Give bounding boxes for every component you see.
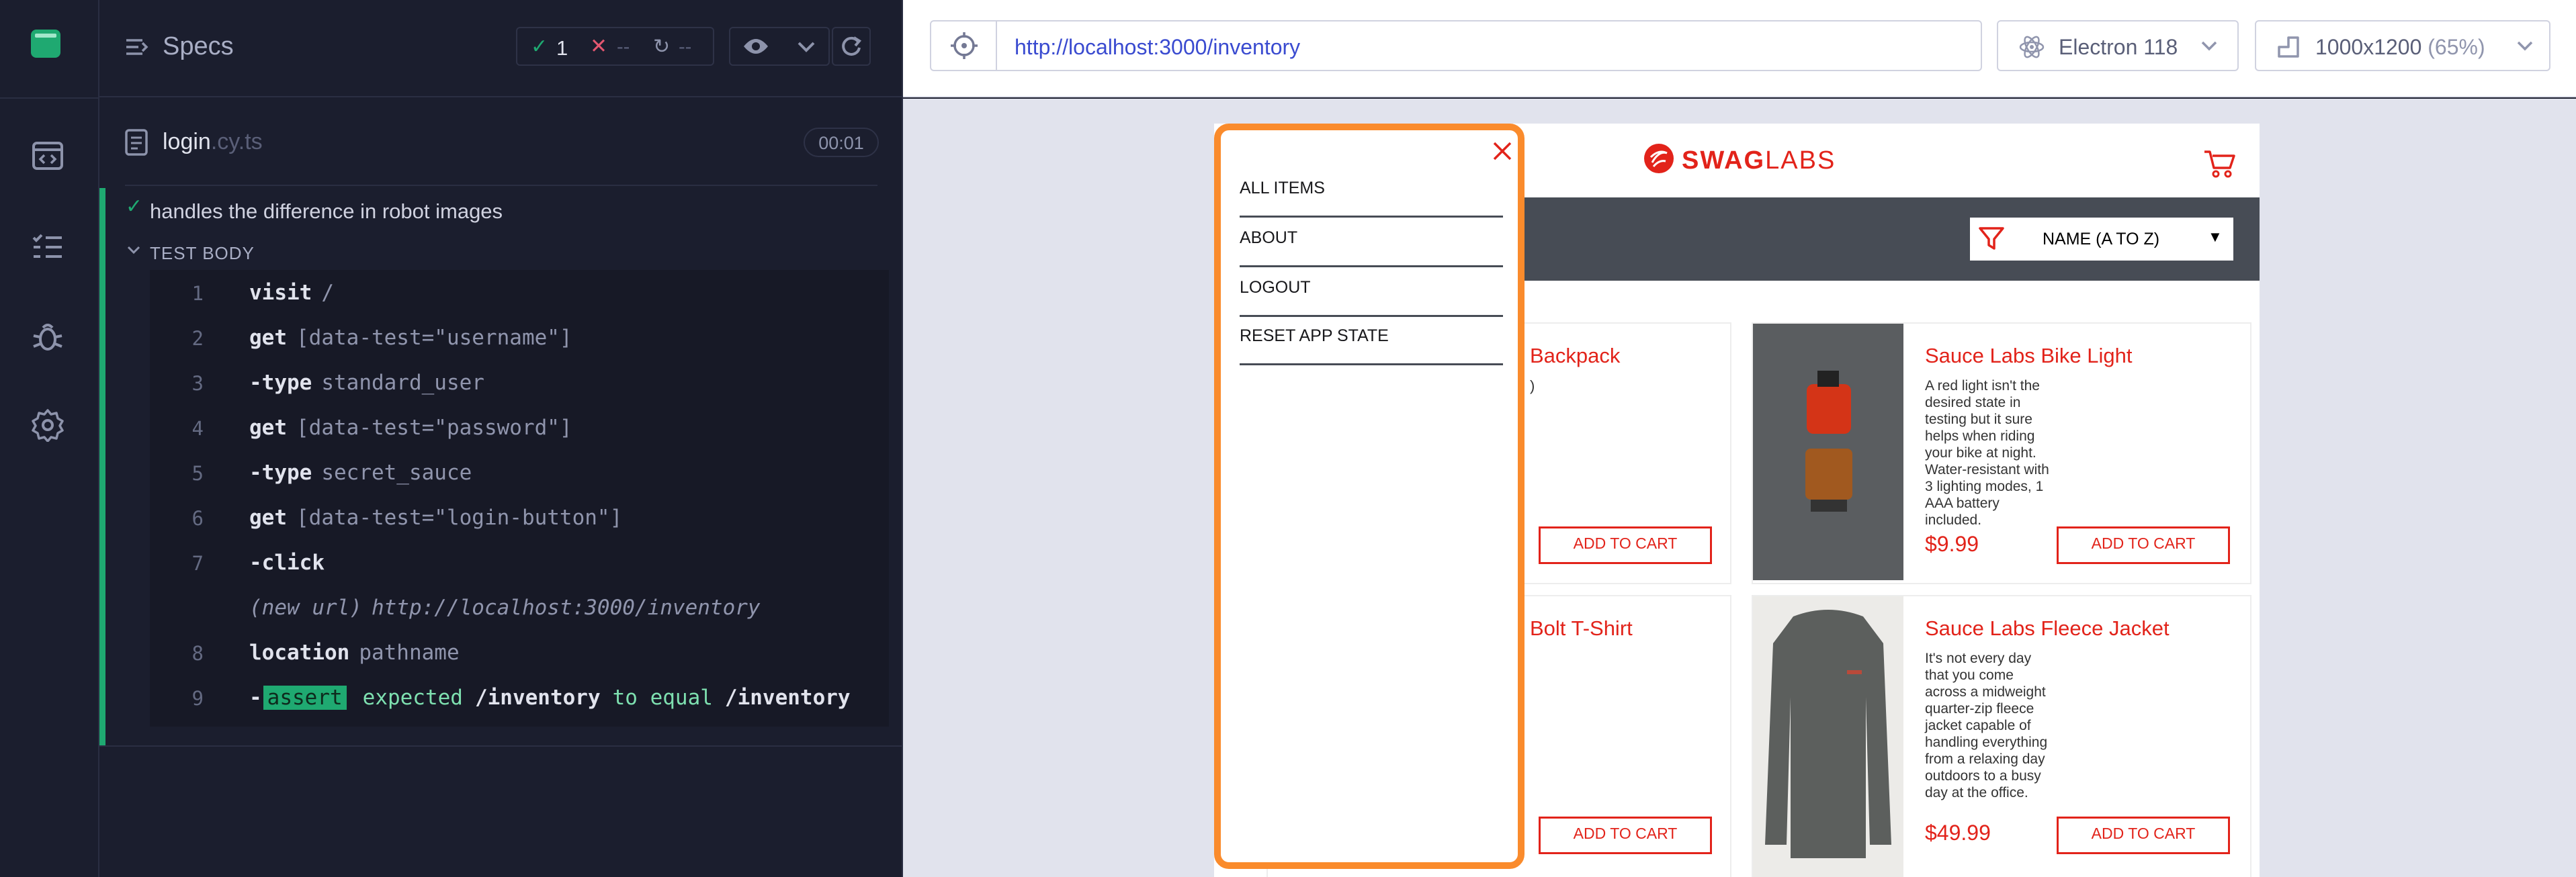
menu-link-about[interactable]: ABOUT (1240, 228, 1503, 267)
aut-canvas: SWAGLABS NAME (A TO Z) ▼ Backpack ) ADD … (903, 99, 2576, 877)
selector-playground-crosshair-icon[interactable] (931, 21, 997, 70)
add-to-cart-button[interactable]: ADD TO CART (2057, 817, 2230, 854)
viewport-size: 1000x1200 (65%) (2315, 35, 2485, 59)
url-bar: http://localhost:3000/inventory (930, 20, 1982, 71)
product-image (1753, 596, 1903, 877)
pending-count: -- (679, 36, 692, 58)
cypress-logo-icon[interactable] (30, 27, 63, 60)
test-title[interactable]: handles the difference in robot images (150, 199, 503, 224)
test-block: ✓ handles the difference in robot images… (99, 188, 903, 745)
reporter-panel: Specs ✓ 1 ✕ -- ↻ -- login.cy.ts 00:01 ✓ … (99, 0, 903, 877)
spec-duration-badge: 00:01 (804, 128, 879, 157)
add-to-cart-button[interactable]: ADD TO CART (2057, 526, 2230, 564)
test-divider (99, 745, 903, 747)
command-row[interactable]: 8 location pathname (150, 630, 929, 675)
electron-icon (2018, 34, 2045, 60)
add-to-cart-button[interactable]: ADD TO CART (1539, 817, 1712, 854)
test-body-heading[interactable]: TEST BODY (150, 243, 255, 264)
command-log: 1 visit/ 2 get [data-test="username"] 3 -typ… (150, 270, 889, 727)
chevron-down-icon (2516, 39, 2534, 52)
shopping-cart-icon[interactable] (2203, 149, 2235, 179)
ruler-icon (2276, 35, 2301, 59)
settings-gear-icon[interactable] (31, 408, 65, 442)
command-row[interactable]: 2 get [data-test="username"] (150, 315, 929, 360)
swag-labs-logo-text: SWAGLABS (1682, 146, 1836, 175)
spec-file-row: login.cy.ts 00:01 (125, 120, 879, 167)
pending-icon: ↻ (653, 36, 671, 58)
product-name[interactable]: Sauce Labs Fleece Jacket (1925, 616, 2170, 641)
command-row[interactable]: 6 get [data-test="login-button"] (150, 495, 929, 540)
product-name[interactable]: Backpack (1530, 344, 1620, 368)
test-pass-check-icon: ✓ (126, 195, 143, 218)
product-card: Sauce Labs Fleece Jacket It's not every … (1752, 595, 2251, 877)
pass-count: 1 (556, 36, 568, 60)
menu-link-logout[interactable]: LOGOUT (1240, 278, 1503, 317)
spec-file-base: login (163, 129, 211, 154)
product-description: ) (1530, 377, 1535, 394)
caret-down-icon: ▼ (2208, 228, 2223, 245)
side-menu: ALL ITEMS ABOUT LOGOUT RESET APP STATE (1214, 124, 1525, 869)
icon-nav (0, 0, 99, 877)
command-row[interactable]: 7 -click (150, 540, 929, 585)
command-row[interactable]: 4 get [data-test="password"] (150, 405, 929, 450)
spec-file-ext: .cy.ts (210, 129, 263, 154)
browser-selector[interactable]: Electron 118 (1997, 20, 2239, 71)
browser-label: Electron 118 (2059, 35, 2178, 59)
new-url-event-row[interactable]: (new url) http://localhost:3000/inventory (150, 585, 929, 630)
command-row[interactable]: 3 -type standard_user (150, 360, 929, 405)
spec-file-name[interactable]: login.cy.ts (163, 129, 263, 155)
add-to-cart-button[interactable]: ADD TO CART (1539, 526, 1712, 564)
view-toggle-box (729, 27, 830, 66)
specs-header: Specs ✓ 1 ✕ -- ↻ -- (99, 0, 903, 97)
command-row[interactable]: 5 -type secret_sauce (150, 450, 929, 495)
product-price: $9.99 (1925, 532, 1979, 556)
stats-box: ✓ 1 ✕ -- ↻ -- (516, 27, 714, 66)
product-description: A red light isn't the desired state in t… (1925, 378, 2049, 528)
specs-toggle-icon[interactable] (125, 35, 149, 59)
menu-link-reset-app-state[interactable]: RESET APP STATE (1240, 326, 1503, 365)
close-menu-icon[interactable] (1491, 140, 1514, 166)
chevron-down-icon (2200, 39, 2219, 52)
filter-funnel-icon (1978, 226, 2005, 252)
sort-dropdown[interactable]: NAME (A TO Z) ▼ (1970, 218, 2233, 261)
rerun-refresh-icon[interactable] (832, 27, 871, 66)
sort-label: NAME (A TO Z) (2043, 230, 2160, 248)
nav-separator (0, 97, 99, 99)
fail-x-icon: ✕ (590, 34, 607, 58)
pass-check-icon: ✓ (531, 36, 548, 58)
assert-badge: assert (263, 686, 347, 710)
product-name[interactable]: Sauce Labs Bike Light (1925, 344, 2133, 368)
specs-list-icon[interactable] (31, 230, 65, 263)
product-card: Sauce Labs Bike Light A red light isn't … (1752, 322, 2251, 584)
spec-divider (125, 185, 877, 186)
specs-title[interactable]: Specs (163, 32, 234, 61)
product-price: $49.99 (1925, 821, 1991, 845)
url-text[interactable]: http://localhost:3000/inventory (1015, 35, 1300, 60)
viewport-selector[interactable]: 1000x1200 (65%) (2255, 20, 2550, 71)
fail-count: -- (617, 36, 630, 58)
assert-command-row[interactable]: 9 - assert expected/inventory to equal/inve… (150, 675, 929, 720)
collapse-chevron-icon[interactable] (127, 244, 140, 259)
product-image (1753, 324, 1903, 580)
aut-toolbar: http://localhost:3000/inventory Electron… (903, 0, 2576, 97)
product-description: It's not every day that you come across … (1925, 651, 2048, 800)
chevron-down-icon[interactable] (796, 39, 816, 54)
debug-bug-icon[interactable] (31, 320, 65, 353)
app-frame: SWAGLABS NAME (A TO Z) ▼ Backpack ) ADD … (1214, 124, 2260, 877)
menu-link-all-items[interactable]: ALL ITEMS (1240, 179, 1503, 218)
command-row[interactable]: 1 visit / (150, 270, 929, 315)
product-name[interactable]: Bolt T-Shirt (1530, 616, 1633, 641)
document-icon (125, 129, 148, 156)
runs-icon[interactable] (31, 139, 65, 173)
swag-labs-logo-icon (1643, 142, 1675, 175)
eye-icon[interactable] (742, 36, 769, 56)
